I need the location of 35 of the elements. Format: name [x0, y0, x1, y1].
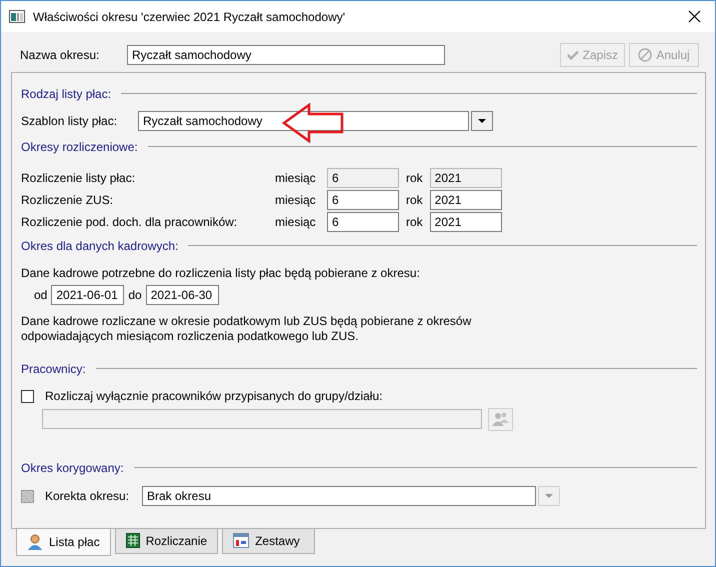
year-field[interactable]: 2021 [430, 212, 502, 232]
period-name-field[interactable]: Ryczałt samochodowy [127, 45, 445, 65]
month-field[interactable]: 6 [327, 212, 399, 232]
field-label: Korekta okresu: [45, 488, 130, 505]
field-label: do [128, 287, 142, 304]
tab[interactable]: Zestawy [222, 528, 316, 554]
field-label: Rozliczenie ZUS: [21, 192, 114, 209]
field-label: miesiąc [275, 170, 317, 187]
field-label: Szablon listy płac: [21, 113, 118, 130]
month-field[interactable]: 6 [327, 190, 399, 210]
year-field[interactable]: 2021 [430, 190, 502, 210]
field-label: miesiąc [275, 192, 317, 209]
tab[interactable]: Rozliczanie [114, 528, 218, 554]
checkbox-label: Rozliczaj wyłącznie pracowników przypisanych do grupy/działu: [45, 388, 382, 405]
section-heading: Pracownicy: [21, 360, 86, 378]
field-label: Rozliczenie listy płac: [21, 170, 136, 187]
date-field[interactable]: 2021-06-01 [51, 285, 124, 305]
description-text: Dane kadrowe potrzebne do rozliczenia listy płac będą pobierane z okresu: [21, 265, 421, 282]
field-label: miesiąc [275, 214, 317, 231]
section-heading: Rodzaj listy płac: [21, 86, 112, 102]
note-text: Dane kadrowe rozliczane w okresie podatkowym lub ZUS będą pobierane z okresów odpowiadających miesiącom rozliczenia podatkowego lub ZUS. [21, 314, 472, 344]
field-label: rok [406, 192, 423, 209]
field-label: Rozliczenie pod. doch. dla pracowników: [21, 214, 238, 231]
section-heading: Okres korygowany: [21, 460, 124, 476]
field-label: rok [406, 170, 423, 187]
field-label: Nazwa okresu: [20, 47, 100, 64]
template-select[interactable]: Ryczałt samochodowy [138, 111, 469, 131]
period-select[interactable]: Brak okresu [142, 486, 536, 506]
date-field[interactable]: 2021-06-30 [146, 285, 219, 305]
section-heading: Okresy rozliczeniowe: [21, 138, 138, 156]
tab[interactable]: Lista płac [16, 528, 111, 556]
section-heading: Okres dla danych kadrowych: [21, 238, 178, 254]
field-label: rok [406, 214, 423, 231]
field-label: od [34, 287, 48, 304]
window-title: Właściwości okresu 'czerwiec 2021 Ryczałt samochodowy' [33, 8, 346, 26]
